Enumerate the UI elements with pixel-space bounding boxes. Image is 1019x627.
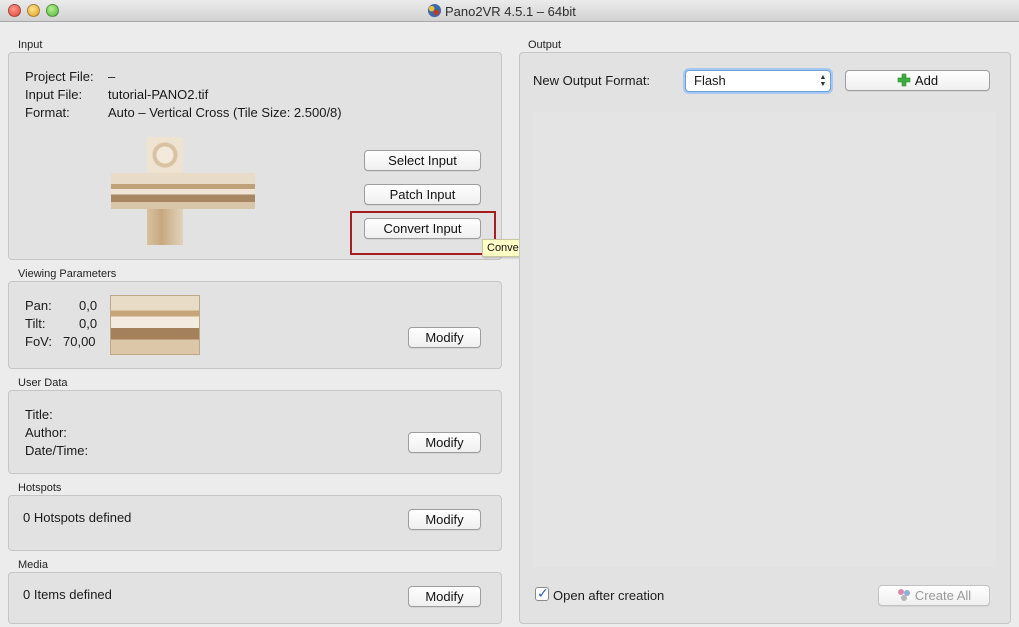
zoom-window-button[interactable] <box>46 4 59 17</box>
format-value: Auto – Vertical Cross (Tile Size: 2.500/… <box>108 105 342 120</box>
create-all-label: Create All <box>914 588 972 603</box>
project-file-value: – <box>108 69 116 84</box>
open-after-creation-checkbox[interactable]: ✓ <box>535 585 549 601</box>
title-label: Title: <box>25 407 53 422</box>
select-input-button[interactable]: Select Input <box>364 150 481 171</box>
checkmark-icon: ✓ <box>537 585 549 601</box>
tilt-label: Tilt: <box>25 316 46 331</box>
user-data-label: User Data <box>18 377 68 389</box>
viewing-modify-button[interactable]: Modify <box>408 327 481 348</box>
input-group-label: Input <box>18 39 43 51</box>
author-label: Author: <box>25 425 67 440</box>
user-data-modify-button[interactable]: Modify <box>408 432 481 453</box>
cube-face-front <box>147 173 183 209</box>
project-file-label: Project File: <box>25 69 94 84</box>
highlight-box <box>350 211 496 255</box>
new-output-format-label: New Output Format: <box>533 73 651 88</box>
patch-input-button[interactable]: Patch Input <box>364 184 481 205</box>
media-label: Media <box>18 559 48 571</box>
tilt-value: 0,0 <box>79 316 98 331</box>
hotspots-summary: 0 Hotspots defined <box>23 510 132 525</box>
media-summary: 0 Items defined <box>23 587 112 602</box>
fov-label: FoV: <box>25 334 52 349</box>
format-label: Format: <box>25 105 70 120</box>
minimize-window-button[interactable] <box>27 4 40 17</box>
hotspots-modify-button[interactable]: Modify <box>408 509 481 530</box>
media-modify-button[interactable]: Modify <box>408 586 481 607</box>
window-title: Pano2VR 4.5.1 – 64bit <box>445 4 576 19</box>
add-button-label: Add <box>914 73 939 88</box>
app-icon <box>427 3 442 18</box>
hotspots-label: Hotspots <box>18 482 62 494</box>
create-all-button[interactable]: Create All <box>878 585 990 606</box>
output-format-selected: Flash <box>694 73 726 88</box>
open-after-creation-label: Open after creation <box>553 588 665 603</box>
input-file-value: tutorial-PANO2.tif <box>108 87 209 102</box>
view-thumbnail <box>110 295 200 355</box>
fov-value: 70,00 <box>63 334 96 349</box>
pan-label: Pan: <box>25 298 52 313</box>
viewing-parameters-label: Viewing Parameters <box>18 268 117 280</box>
datetime-label: Date/Time: <box>25 443 89 458</box>
cube-face-top <box>147 137 183 173</box>
updown-arrows-icon: ▲ ▼ <box>819 74 827 88</box>
output-group-label: Output <box>528 39 562 51</box>
cube-face-right <box>183 173 219 209</box>
close-window-button[interactable] <box>8 4 21 17</box>
pan-value: 0,0 <box>79 298 98 313</box>
cube-face-back <box>219 173 255 209</box>
cube-face-left <box>111 173 147 209</box>
create-all-icon <box>897 589 910 601</box>
input-file-label: Input File: <box>25 87 83 102</box>
plus-icon <box>897 73 911 87</box>
output-formats-list[interactable] <box>533 112 996 567</box>
cube-cross-preview <box>111 137 255 245</box>
cube-face-bottom <box>147 209 183 245</box>
title-bar: Pano2VR 4.5.1 – 64bit <box>0 0 1019 22</box>
output-format-select[interactable]: Flash ▲ ▼ <box>685 70 831 92</box>
add-output-button[interactable]: Add <box>845 70 990 91</box>
